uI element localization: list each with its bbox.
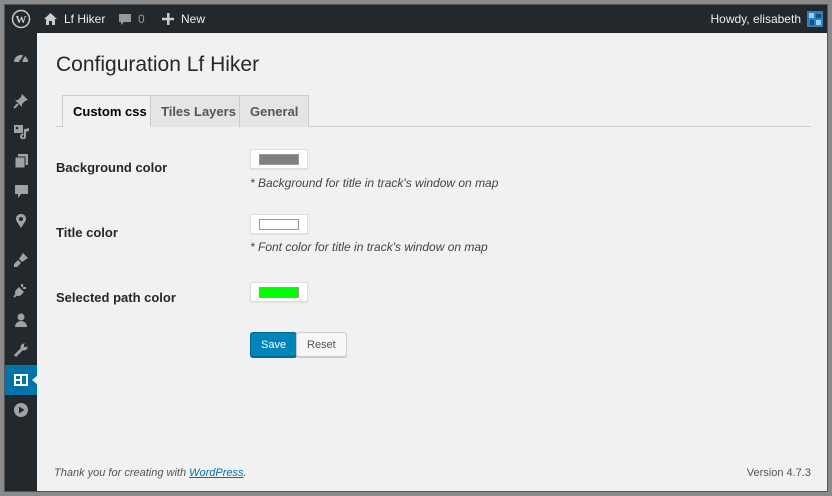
play-icon[interactable] (5, 395, 37, 425)
avatar (807, 11, 823, 27)
tab-general[interactable]: General (239, 95, 310, 127)
title-color-swatch (259, 219, 299, 230)
plus-icon (162, 13, 174, 25)
footer-thanks-text: Thank you for creating with (54, 467, 190, 479)
posts-pin-icon[interactable] (5, 86, 37, 116)
selected-path-color-label: Selected path color (56, 290, 176, 305)
title-color-description: * Font color for title in track's window… (250, 240, 488, 254)
site-home-link[interactable]: Lf Hiker (43, 5, 105, 33)
admin-footer: Thank you for creating with WordPress. V… (54, 467, 811, 483)
dashboard-icon[interactable] (5, 43, 37, 73)
media-icon[interactable] (5, 116, 37, 146)
location-icon[interactable] (5, 206, 37, 236)
appearance-brush-icon[interactable] (5, 245, 37, 275)
tab-tiles-layers[interactable]: Tiles Layers (150, 95, 247, 127)
background-color-description: * Background for title in track's window… (250, 176, 499, 190)
background-color-swatch (259, 154, 299, 165)
new-label: New (181, 12, 206, 26)
page-title: Configuration Lf Hiker (56, 53, 260, 76)
tools-wrench-icon[interactable] (5, 335, 37, 365)
admin-sidebar-menu (5, 33, 38, 491)
plugins-icon[interactable] (5, 275, 37, 305)
home-icon (43, 12, 58, 26)
admin-bar: W Lf Hiker 0 New Howdy, elisabeth (5, 5, 827, 33)
wordpress-link[interactable]: WordPress (189, 467, 243, 479)
tab-custom-css[interactable]: Custom css (62, 95, 158, 128)
comments-count: 0 (138, 12, 145, 26)
background-color-label: Background color (56, 160, 168, 175)
wordpress-admin-window: W Lf Hiker 0 New Howdy, elisabeth Config… (4, 4, 828, 492)
selected-path-color-picker[interactable] (250, 282, 308, 302)
comments-link[interactable]: 0 (118, 5, 145, 33)
pages-icon[interactable] (5, 146, 37, 176)
save-button[interactable]: Save (250, 332, 298, 357)
new-content-link[interactable]: New (162, 5, 205, 33)
selected-path-color-swatch (259, 287, 299, 298)
lf-hiker-icon[interactable] (5, 365, 38, 395)
howdy-greeting: Howdy, elisabeth (710, 12, 802, 26)
wordpress-logo-icon[interactable]: W (11, 5, 31, 33)
footer-thanks-suffix: . (243, 467, 247, 479)
user-account-menu[interactable]: Howdy, elisabeth (710, 5, 823, 33)
footer-thanks: Thank you for creating with WordPress. (54, 467, 247, 479)
version-number: Version 4.7.3 (746, 467, 811, 479)
comments-icon[interactable] (5, 176, 37, 206)
main-content: Configuration Lf Hiker Custom css Tiles … (37, 33, 827, 491)
users-icon[interactable] (5, 305, 37, 335)
svg-text:W: W (16, 14, 27, 26)
title-color-picker[interactable] (250, 214, 308, 234)
comment-bubble-icon (118, 13, 132, 26)
title-color-label: Title color (56, 225, 118, 240)
settings-tabs: Custom css Tiles Layers General (56, 95, 811, 128)
reset-button[interactable]: Reset (296, 332, 347, 357)
site-name: Lf Hiker (64, 12, 106, 26)
background-color-picker[interactable] (250, 149, 308, 169)
